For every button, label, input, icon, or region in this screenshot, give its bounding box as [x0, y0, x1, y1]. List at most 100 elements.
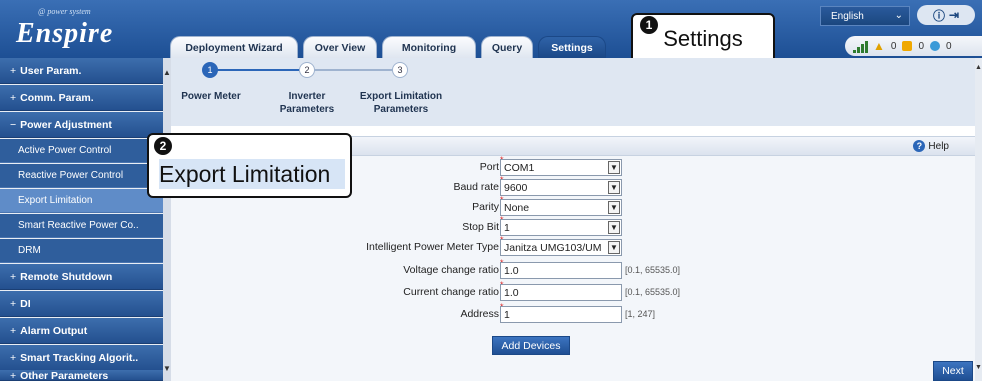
tab-monitoring[interactable]: Monitoring — [382, 36, 476, 58]
current-ratio-label: Current change ratio — [403, 286, 499, 298]
wizard-steps: 1 2 3 Power Meter Inverter Parameters Ex… — [171, 58, 975, 126]
voltage-ratio-value: 1.0 — [504, 264, 519, 277]
sidebar-item-label: Comm. Param. — [20, 91, 94, 104]
tab-over-view[interactable]: Over View — [303, 36, 377, 58]
sidebar-item-remote-shutdown[interactable]: + Remote Shutdown — [0, 264, 163, 290]
step-1-label: Power Meter — [181, 91, 241, 102]
stop-bit-value: 1 — [504, 221, 510, 234]
stop-bit-label: Stop Bit — [462, 221, 499, 233]
sidebar-item-smart-tracking[interactable]: + Smart Tracking Algorit.. — [0, 345, 163, 371]
current-ratio-row: Current change ratio * 1.0 [0.1, 65535.0… — [171, 280, 975, 302]
chevron-down-icon: ⌄ — [894, 10, 903, 21]
sidebar-item-di[interactable]: + DI — [0, 291, 163, 317]
voltage-ratio-label: Voltage change ratio — [403, 264, 499, 276]
sidebar-item-alarm-output[interactable]: + Alarm Output — [0, 318, 163, 344]
address-label: Address — [460, 308, 499, 320]
parity-value: None — [504, 201, 530, 214]
scroll-up-icon[interactable]: ▲ — [975, 64, 982, 71]
main-scrollbar[interactable]: ▲ ▼ — [975, 58, 982, 381]
next-button[interactable]: Next — [933, 361, 973, 381]
port-value: COM1 — [504, 161, 535, 174]
port-label: Port — [479, 161, 499, 173]
help-link[interactable]: ? Help — [913, 140, 949, 152]
sidebar-item-label: User Param. — [20, 64, 82, 77]
baud-rate-label: Baud rate — [453, 181, 499, 193]
callout-badge-1: 1 — [640, 16, 658, 34]
app-header: @ power system Enspire Deployment Wizard… — [0, 0, 982, 58]
step-2-label: Inverter Parameters — [279, 91, 335, 115]
scroll-up-icon[interactable]: ▲ — [163, 68, 171, 77]
expand-icon: + — [10, 370, 17, 381]
callout-settings-text: Settings — [663, 26, 743, 51]
scroll-down-icon[interactable]: ▼ — [975, 364, 982, 371]
tab-deployment-wizard[interactable]: Deployment Wizard — [170, 36, 298, 58]
sidebar-scrollbar[interactable]: ▲ ▼ — [163, 58, 171, 381]
sidebar-sub-active-power-control[interactable]: Active Power Control — [0, 139, 163, 163]
stop-bit-row: Stop Bit * 1 ▼ — [171, 215, 975, 237]
sidebar-sub-drm[interactable]: DRM — [0, 239, 163, 263]
sidebar-item-label: DI — [20, 297, 31, 310]
voltage-ratio-input[interactable]: 1.0 — [500, 262, 622, 279]
sidebar-item-label: Other Parameters — [20, 370, 109, 381]
parity-label: Parity — [472, 201, 499, 213]
major-alarm-icon[interactable] — [902, 41, 913, 51]
help-label: Help — [928, 140, 949, 152]
sidebar-item-user-param[interactable]: + User Param. — [0, 58, 163, 84]
current-ratio-value: 1.0 — [504, 286, 519, 299]
chevron-down-icon: ▼ — [608, 161, 620, 174]
chevron-down-icon: ▼ — [608, 181, 620, 194]
expand-icon: + — [10, 351, 17, 364]
parity-select[interactable]: None ▼ — [500, 199, 622, 216]
sidebar-item-other-parameters[interactable]: + Other Parameters — [0, 370, 163, 381]
baud-rate-value: 9600 — [504, 181, 528, 194]
tab-query[interactable]: Query — [481, 36, 533, 58]
sidebar-item-label: Alarm Output — [20, 324, 88, 337]
add-devices-button[interactable]: Add Devices — [492, 336, 570, 355]
enspire-logo: @ power system Enspire — [6, 4, 166, 54]
help-icon: ? — [913, 140, 926, 152]
meter-type-select[interactable]: Janitza UMG103/UM ▼ — [500, 239, 622, 256]
chevron-down-icon: ▼ — [608, 221, 620, 234]
chevron-down-icon: ▼ — [608, 241, 620, 254]
callout-export-limitation: Export Limitation — [147, 133, 352, 198]
chevron-down-icon: ▼ — [608, 201, 620, 214]
sidebar-item-comm-param[interactable]: + Comm. Param. — [0, 85, 163, 111]
step-pending-line — [313, 69, 393, 71]
meter-type-row: Intelligent Power Meter Type * Janitza U… — [171, 235, 975, 257]
baud-rate-select[interactable]: 9600 ▼ — [500, 179, 622, 196]
stop-bit-select[interactable]: 1 ▼ — [500, 219, 622, 236]
warning-icon[interactable]: ▲ — [873, 39, 885, 53]
expand-icon: + — [10, 324, 17, 337]
main-content: 1 2 3 Power Meter Inverter Parameters Ex… — [171, 58, 975, 381]
address-range: [1, 247] — [625, 309, 656, 319]
port-select[interactable]: COM1 ▼ — [500, 159, 622, 176]
logo-tagline: @ power system — [38, 7, 91, 16]
sidebar-sub-reactive-power-control[interactable]: Reactive Power Control — [0, 164, 163, 188]
callout-export-limitation-text: Export Limitation — [159, 159, 345, 189]
current-ratio-input[interactable]: 1.0 — [500, 284, 622, 301]
minor-alarm-count: 0 — [946, 40, 952, 52]
sidebar-item-power-adjustment[interactable]: − Power Adjustment — [0, 112, 163, 138]
sidebar: + User Param. + Comm. Param. − Power Adj… — [0, 58, 171, 381]
sidebar-item-label: Power Adjustment — [20, 118, 112, 131]
sidebar-sub-export-limitation[interactable]: Export Limitation — [0, 189, 163, 213]
meter-type-label: Intelligent Power Meter Type — [366, 241, 499, 253]
collapse-icon: − — [10, 118, 17, 131]
tab-settings[interactable]: Settings — [538, 36, 606, 58]
expand-icon: + — [10, 64, 17, 77]
address-row: Address * 1 [1, 247] — [171, 302, 975, 324]
step-1-marker: 1 — [202, 62, 218, 78]
address-value: 1 — [504, 308, 510, 321]
language-select[interactable]: English ⌄ — [820, 6, 910, 26]
minor-alarm-icon[interactable] — [930, 41, 941, 51]
expand-icon: + — [10, 297, 17, 310]
expand-icon: + — [10, 270, 17, 283]
sidebar-sub-smart-reactive-power[interactable]: Smart Reactive Power Co.. — [0, 214, 163, 238]
logout-icon[interactable]: ⇥ — [949, 8, 959, 22]
critical-alarm-count: 0 — [890, 40, 897, 52]
logo-wordmark: Enspire — [16, 18, 114, 49]
address-input[interactable]: 1 — [500, 306, 622, 323]
scroll-down-icon[interactable]: ▼ — [163, 364, 171, 373]
sidebar-item-label: Smart Tracking Algorit.. — [20, 351, 139, 364]
info-icon[interactable]: ⓘ — [933, 7, 945, 24]
